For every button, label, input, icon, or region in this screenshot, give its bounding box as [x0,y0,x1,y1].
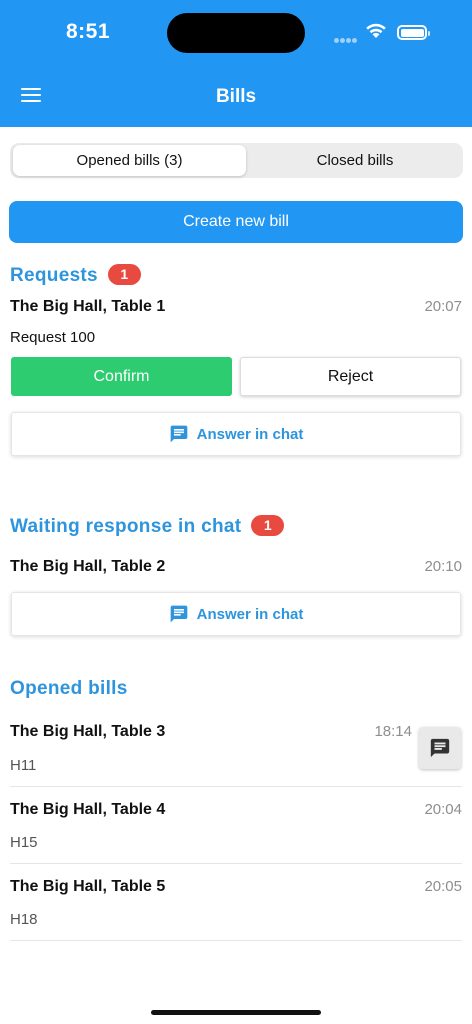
waiting-title-label: Waiting response in chat [10,516,242,537]
bills-segmented-control: Opened bills (3) Closed bills [10,143,463,178]
chat-bubble-icon [170,605,187,623]
requests-count-badge: 1 [107,264,141,285]
requests-title-label: Requests [10,265,98,286]
answer-in-chat-button[interactable]: Answer in chat [11,412,461,456]
confirm-button[interactable]: Confirm [11,357,232,396]
bill-time: 18:14 [374,723,412,740]
requests-section-title: Requests 1 [10,264,141,287]
answer-in-chat-label: Answer in chat [196,425,304,443]
bill-table-name: The Big Hall, Table 5 [10,878,166,895]
request-text: Request 100 [10,329,96,346]
chat-fab-button[interactable] [419,727,461,769]
bill-time: 20:05 [424,878,462,895]
home-indicator [151,1010,321,1015]
app-header: 8:51 Bills [0,0,472,127]
waiting-count-badge: 1 [251,515,285,536]
chat-bubble-icon [170,425,187,443]
chat-bubble-icon [430,738,450,758]
divider [10,940,462,941]
tab-closed-bills[interactable]: Closed bills [247,145,463,176]
bill-code: H15 [10,834,38,851]
waiting-section-title: Waiting response in chat 1 [10,515,285,538]
bill-time: 20:04 [424,801,462,818]
request-table-name: The Big Hall, Table 1 [10,298,166,315]
wifi-icon [366,23,386,38]
create-new-bill-button[interactable]: Create new bill [9,201,463,243]
bill-code: H18 [10,911,38,928]
waiting-table-name: The Big Hall, Table 2 [10,558,166,575]
divider [10,786,462,787]
reject-button[interactable]: Reject [240,357,461,396]
bill-code: H11 [10,757,37,774]
battery-icon [397,25,430,40]
answer-in-chat-label: Answer in chat [196,605,304,623]
bill-table-name: The Big Hall, Table 4 [10,801,166,818]
divider [10,863,462,864]
waiting-time: 20:10 [424,558,462,575]
waiting-answer-in-chat-button[interactable]: Answer in chat [11,592,461,636]
bill-table-name: The Big Hall, Table 3 [10,723,166,740]
dynamic-island [167,13,305,53]
status-time: 8:51 [66,20,111,43]
page-title: Bills [215,86,257,107]
request-time: 20:07 [424,298,462,315]
cellular-signal-icon [334,30,358,48]
tab-opened-bills[interactable]: Opened bills (3) [13,145,246,176]
opened-bills-section-title: Opened bills [10,678,128,699]
